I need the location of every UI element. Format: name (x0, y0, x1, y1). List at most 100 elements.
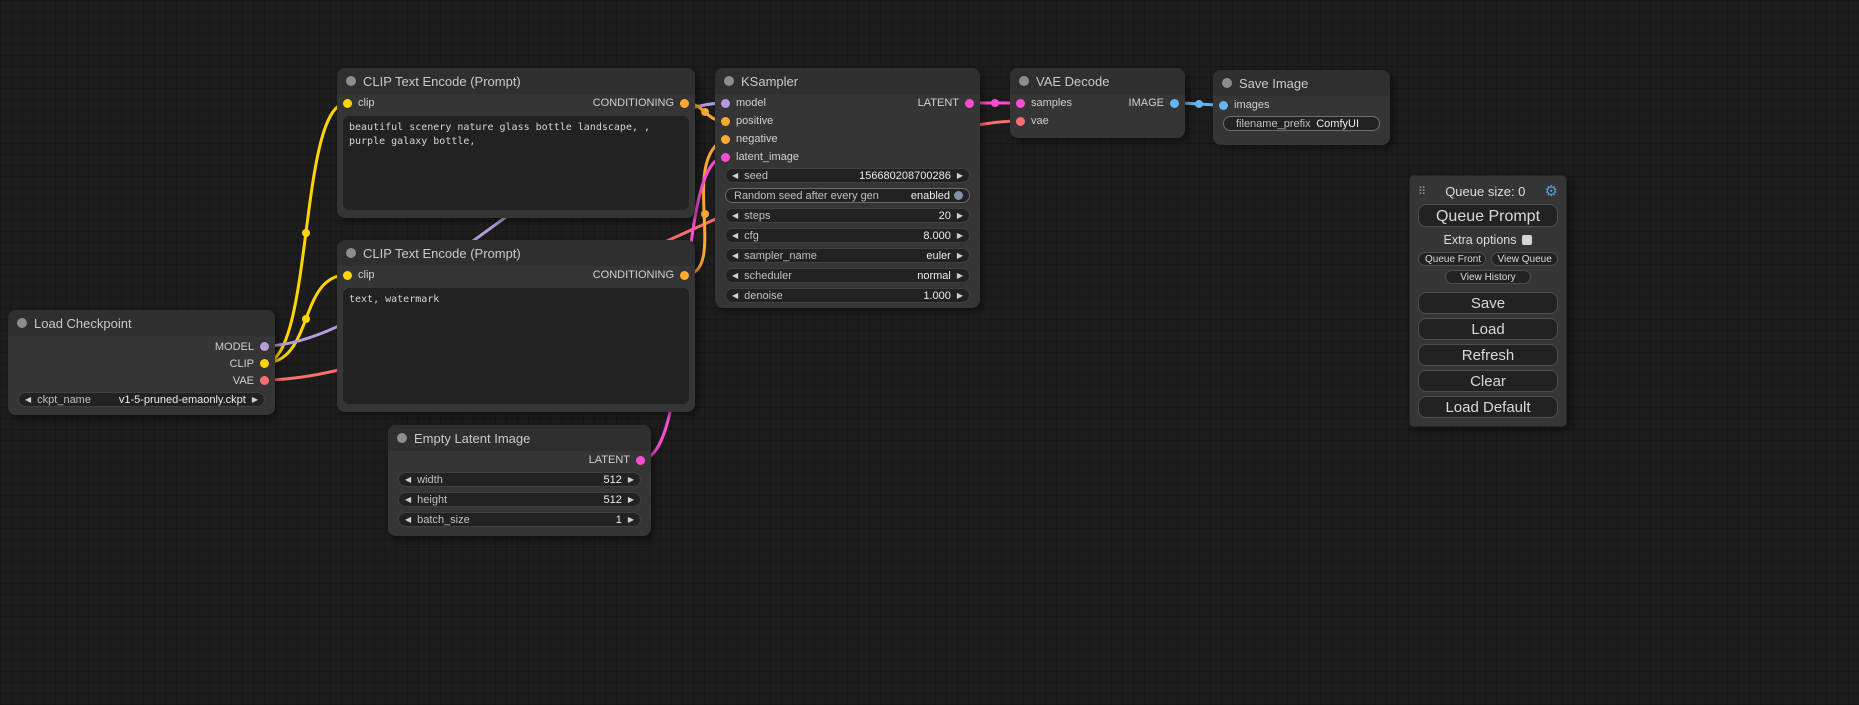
decrement-arrow-icon[interactable]: ◀ (732, 232, 738, 240)
widget-random-seed-toggle[interactable]: Random seed after every gen enabled (725, 188, 970, 203)
node-title-bar[interactable]: CLIP Text Encode (Prompt) (337, 240, 695, 266)
widget-denoise[interactable]: ◀ denoise 1.000 ▶ (725, 288, 970, 303)
input-slot-images[interactable]: images (1213, 96, 1390, 114)
output-slot-vae[interactable]: VAE (8, 372, 275, 389)
widget-steps[interactable]: ◀ steps 20 ▶ (725, 208, 970, 223)
decrement-arrow-icon[interactable]: ◀ (732, 252, 738, 260)
widget-filename-prefix[interactable]: filename_prefix ComfyUI (1223, 116, 1380, 131)
prompt-text-input[interactable]: beautiful scenery nature glass bottle la… (343, 116, 689, 210)
view-history-button[interactable]: View History (1445, 270, 1531, 284)
collapse-dot-icon[interactable] (346, 76, 356, 86)
output-slot-latent[interactable]: LATENT (388, 451, 651, 469)
increment-arrow-icon[interactable]: ▶ (252, 396, 258, 404)
node-title-bar[interactable]: Save Image (1213, 70, 1390, 96)
input-slot-latent-image[interactable]: latent_image (715, 148, 980, 166)
input-slot-clip[interactable]: clip (343, 269, 375, 281)
output-slot-conditioning[interactable]: CONDITIONING (593, 269, 689, 281)
toggle-knob-icon[interactable] (954, 191, 963, 200)
node-load-checkpoint[interactable]: Load Checkpoint MODEL CLIP VAE ◀ ckpt_na… (8, 310, 275, 415)
extra-options-checkbox[interactable] (1522, 235, 1532, 245)
input-slot-clip[interactable]: clip (343, 97, 375, 109)
decrement-arrow-icon[interactable]: ◀ (405, 516, 411, 524)
increment-arrow-icon[interactable]: ▶ (628, 516, 634, 524)
output-slot-image[interactable]: IMAGE (1089, 94, 1185, 112)
node-empty-latent-image[interactable]: Empty Latent Image LATENT ◀ width 512 ▶ … (388, 425, 651, 536)
widget-width[interactable]: ◀ width 512 ▶ (398, 472, 641, 487)
node-ksampler[interactable]: KSampler model positive negative latent_… (715, 68, 980, 308)
input-slot-vae[interactable]: vae (1010, 112, 1185, 130)
image-slot-dot-icon[interactable] (1170, 99, 1179, 108)
increment-arrow-icon[interactable]: ▶ (628, 496, 634, 504)
node-graph-canvas[interactable]: Load Checkpoint MODEL CLIP VAE ◀ ckpt_na… (0, 0, 1859, 705)
increment-arrow-icon[interactable]: ▶ (957, 172, 963, 180)
increment-arrow-icon[interactable]: ▶ (628, 476, 634, 484)
node-title-bar[interactable]: VAE Decode (1010, 68, 1185, 94)
decrement-arrow-icon[interactable]: ◀ (25, 396, 31, 404)
save-button[interactable]: Save (1418, 292, 1558, 314)
conditioning-slot-dot-icon[interactable] (680, 271, 689, 280)
decrement-arrow-icon[interactable]: ◀ (732, 172, 738, 180)
node-vae-decode[interactable]: VAE Decode samples vae IMAGE (1010, 68, 1185, 138)
collapse-dot-icon[interactable] (346, 248, 356, 258)
conditioning-slot-dot-icon[interactable] (721, 135, 730, 144)
conditioning-slot-dot-icon[interactable] (721, 117, 730, 126)
vae-slot-dot-icon[interactable] (260, 376, 269, 385)
output-slot-conditioning[interactable]: CONDITIONING (593, 97, 689, 109)
settings-gear-icon[interactable]: ⚙ (1545, 184, 1558, 199)
image-slot-dot-icon[interactable] (1219, 101, 1228, 110)
model-slot-dot-icon[interactable] (721, 99, 730, 108)
increment-arrow-icon[interactable]: ▶ (957, 212, 963, 220)
decrement-arrow-icon[interactable]: ◀ (732, 212, 738, 220)
node-save-image[interactable]: Save Image images filename_prefix ComfyU… (1213, 70, 1390, 145)
load-default-button[interactable]: Load Default (1418, 396, 1558, 418)
widget-scheduler[interactable]: ◀ scheduler normal ▶ (725, 268, 970, 283)
output-slot-latent[interactable]: LATENT (854, 94, 980, 112)
model-slot-dot-icon[interactable] (260, 342, 269, 351)
view-queue-button[interactable]: View Queue (1491, 252, 1559, 266)
node-clip-text-encode-positive[interactable]: CLIP Text Encode (Prompt) clip CONDITION… (337, 68, 695, 218)
output-slot-clip[interactable]: CLIP (8, 355, 275, 372)
widget-sampler-name[interactable]: ◀ sampler_name euler ▶ (725, 248, 970, 263)
load-button[interactable]: Load (1418, 318, 1558, 340)
decrement-arrow-icon[interactable]: ◀ (732, 272, 738, 280)
increment-arrow-icon[interactable]: ▶ (957, 272, 963, 280)
queue-front-button[interactable]: Queue Front (1418, 252, 1486, 266)
input-slot-negative[interactable]: negative (715, 130, 980, 148)
vae-slot-dot-icon[interactable] (1016, 117, 1025, 126)
collapse-dot-icon[interactable] (1222, 78, 1232, 88)
queue-prompt-button[interactable]: Queue Prompt (1418, 204, 1558, 227)
widget-cfg[interactable]: ◀ cfg 8.000 ▶ (725, 228, 970, 243)
collapse-dot-icon[interactable] (724, 76, 734, 86)
latent-slot-dot-icon[interactable] (965, 99, 974, 108)
widget-seed[interactable]: ◀ seed 156680208700286 ▶ (725, 168, 970, 183)
decrement-arrow-icon[interactable]: ◀ (732, 292, 738, 300)
widget-batch-size[interactable]: ◀ batch_size 1 ▶ (398, 512, 641, 527)
drag-handle-icon[interactable]: ⠿ (1418, 185, 1426, 198)
node-title-bar[interactable]: KSampler (715, 68, 980, 94)
output-slot-model[interactable]: MODEL (8, 338, 275, 355)
node-clip-text-encode-negative[interactable]: CLIP Text Encode (Prompt) clip CONDITION… (337, 240, 695, 412)
widget-ckpt-name[interactable]: ◀ ckpt_name v1-5-pruned-emaonly.ckpt ▶ (18, 392, 265, 407)
collapse-dot-icon[interactable] (17, 318, 27, 328)
decrement-arrow-icon[interactable]: ◀ (405, 496, 411, 504)
node-title-bar[interactable]: Load Checkpoint (8, 310, 275, 336)
increment-arrow-icon[interactable]: ▶ (957, 252, 963, 260)
latent-slot-dot-icon[interactable] (1016, 99, 1025, 108)
increment-arrow-icon[interactable]: ▶ (957, 292, 963, 300)
node-title-bar[interactable]: CLIP Text Encode (Prompt) (337, 68, 695, 94)
latent-slot-dot-icon[interactable] (636, 456, 645, 465)
node-title-bar[interactable]: Empty Latent Image (388, 425, 651, 451)
refresh-button[interactable]: Refresh (1418, 344, 1558, 366)
clip-slot-dot-icon[interactable] (343, 99, 352, 108)
decrement-arrow-icon[interactable]: ◀ (405, 476, 411, 484)
prompt-text-input[interactable]: text, watermark (343, 288, 689, 404)
conditioning-slot-dot-icon[interactable] (680, 99, 689, 108)
collapse-dot-icon[interactable] (1019, 76, 1029, 86)
clip-slot-dot-icon[interactable] (260, 359, 269, 368)
collapse-dot-icon[interactable] (397, 433, 407, 443)
latent-slot-dot-icon[interactable] (721, 153, 730, 162)
clip-slot-dot-icon[interactable] (343, 271, 352, 280)
clear-button[interactable]: Clear (1418, 370, 1558, 392)
increment-arrow-icon[interactable]: ▶ (957, 232, 963, 240)
widget-height[interactable]: ◀ height 512 ▶ (398, 492, 641, 507)
